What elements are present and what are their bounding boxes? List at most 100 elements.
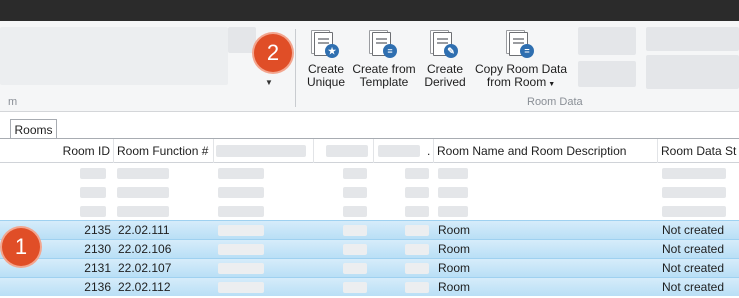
blurred-header [378, 145, 420, 157]
cell-room-name: Room [438, 280, 471, 294]
create-from-template-icon: ≡ [369, 30, 399, 60]
blurred-cell [117, 206, 169, 217]
cell-room-id: 2135 [84, 223, 111, 237]
copy-badge-icon: = [520, 44, 534, 58]
blurred-cell [405, 225, 429, 236]
column-header-hidden-3[interactable]: . [374, 139, 434, 163]
blurred-cell [117, 187, 169, 198]
blurred-ribbon-region [646, 55, 739, 89]
dropdown-arrow-icon[interactable]: ▼ [265, 79, 273, 87]
table-row-selected[interactable]: 2136 22.02.112 Room Not created [0, 277, 739, 296]
blurred-cell [117, 168, 169, 179]
column-header-hidden-1[interactable] [214, 139, 314, 163]
blurred-cell [218, 206, 264, 217]
blurred-cell [405, 206, 429, 217]
table-row-selected[interactable]: 2131 22.02.107 Room Not created [0, 258, 739, 277]
tab-rooms[interactable]: Rooms [10, 119, 57, 140]
table-row-blurred[interactable] [0, 183, 739, 202]
ribbon-group-label-left: m [8, 96, 18, 108]
blurred-header [326, 145, 368, 157]
copy-room-data-label-2: from Room [486, 75, 547, 89]
table-row-selected[interactable]: 2130 22.02.106 Room Not created [0, 239, 739, 258]
pen-badge-icon: ✎ [444, 44, 458, 58]
copy-room-data-button[interactable]: = Copy Room Data from Room ▼ [474, 30, 568, 91]
create-derived-button[interactable]: ✎ Create Derived [423, 30, 467, 89]
blurred-cell [662, 168, 726, 179]
blurred-ribbon-region [646, 27, 739, 51]
blurred-cell [218, 168, 264, 179]
column-header-hidden-2[interactable] [314, 139, 374, 163]
blurred-cell [405, 263, 429, 274]
window-title-bar [0, 0, 739, 21]
blurred-cell [80, 206, 106, 217]
cell-room-name: Room [438, 223, 471, 237]
column-header-room-name[interactable]: Room Name and Room Description [434, 139, 658, 163]
cell-room-id: 2136 [84, 280, 111, 294]
cell-room-data-status: Not created [662, 261, 725, 275]
create-unique-icon: ★ [311, 30, 341, 60]
blurred-cell [343, 282, 367, 293]
blurred-cell [218, 282, 264, 293]
cell-room-data-status: Not created [662, 242, 725, 256]
callout-number-2: 2 [254, 34, 292, 72]
blurred-cell [405, 282, 429, 293]
tab-strip: Rooms [0, 112, 739, 140]
create-unique-label-2: Unique [306, 75, 346, 89]
blurred-header [216, 145, 306, 157]
ribbon-separator [295, 29, 296, 107]
blurred-cell [218, 225, 264, 236]
create-derived-label-2: Derived [424, 75, 466, 89]
column-header-ellipsis: . [427, 144, 431, 158]
callout-number-1: 1 [2, 228, 40, 266]
blurred-cell [343, 225, 367, 236]
cell-room-function: 22.02.112 [118, 280, 171, 294]
create-derived-icon: ✎ [430, 30, 460, 60]
star-badge-icon: ★ [325, 44, 339, 58]
blurred-cell [405, 244, 429, 255]
copy-room-data-icon: = [506, 30, 536, 60]
blurred-cell [343, 187, 367, 198]
cell-room-id: 2131 [84, 261, 111, 275]
blurred-cell [80, 187, 106, 198]
blurred-cell [438, 187, 468, 198]
blurred-cell [662, 206, 726, 217]
blurred-cell [343, 263, 367, 274]
blurred-cell [438, 206, 468, 217]
blurred-ribbon-region [0, 27, 228, 85]
blurred-ribbon-region [228, 27, 256, 53]
copy-room-data-label-2-wrap: from Room ▼ [487, 76, 555, 91]
blurred-cell [218, 244, 264, 255]
blurred-cell [343, 244, 367, 255]
blurred-cell [405, 187, 429, 198]
blurred-cell [343, 168, 367, 179]
cell-room-name: Room [438, 261, 471, 275]
cell-room-id: 2130 [84, 242, 111, 256]
table-row-blurred[interactable] [0, 202, 739, 221]
column-header-room-id[interactable]: Room ID [0, 139, 114, 163]
blurred-cell [438, 168, 468, 179]
blurred-cell [405, 168, 429, 179]
blurred-ribbon-region [578, 27, 636, 55]
create-from-template-button[interactable]: ≡ Create from Template [351, 30, 417, 89]
blurred-cell [343, 206, 367, 217]
column-header-room-data-status[interactable]: Room Data St [658, 139, 739, 163]
column-header-room-function[interactable]: Room Function # [114, 139, 214, 163]
blurred-cell [80, 168, 106, 179]
caret-down-icon[interactable]: ▼ [548, 81, 555, 88]
cell-room-function: 22.02.106 [118, 242, 172, 256]
cell-room-data-status: Not created [662, 280, 725, 294]
blurred-cell [218, 263, 264, 274]
table-row-blurred[interactable] [0, 164, 739, 183]
list-badge-icon: ≡ [383, 44, 397, 58]
blurred-cell [662, 187, 726, 198]
create-unique-button[interactable]: ★ Create Unique [306, 30, 346, 89]
cell-room-name: Room [438, 242, 471, 256]
grid-header: Room ID Room Function # . Room Name and … [0, 139, 739, 163]
table-row-selected[interactable]: 2135 22.02.111 Room Not created [0, 220, 739, 239]
blurred-cell [218, 187, 264, 198]
cell-room-function: 22.02.107 [118, 261, 172, 275]
blurred-ribbon-region [578, 61, 636, 87]
create-from-template-label-2: Template [359, 75, 409, 89]
cell-room-function: 22.02.111 [118, 223, 170, 237]
ribbon-group-label-room-data: Room Data [527, 96, 583, 108]
